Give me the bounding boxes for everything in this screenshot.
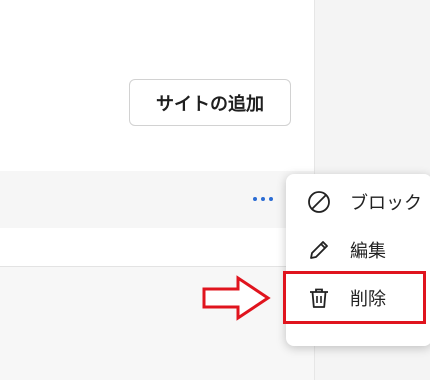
more-horizontal-icon [253, 197, 273, 201]
more-options-button[interactable] [248, 188, 278, 210]
menu-item-edit[interactable]: 編集 [286, 226, 430, 274]
annotation-arrow-icon [202, 275, 271, 321]
pencil-icon [306, 237, 332, 263]
menu-item-block[interactable]: ブロック [286, 178, 430, 226]
add-site-button[interactable]: サイトの追加 [129, 79, 291, 126]
menu-item-label: 編集 [350, 241, 386, 262]
annotation-highlight-box [283, 271, 426, 324]
block-icon [306, 189, 332, 215]
menu-item-label: ブロック [350, 193, 422, 214]
